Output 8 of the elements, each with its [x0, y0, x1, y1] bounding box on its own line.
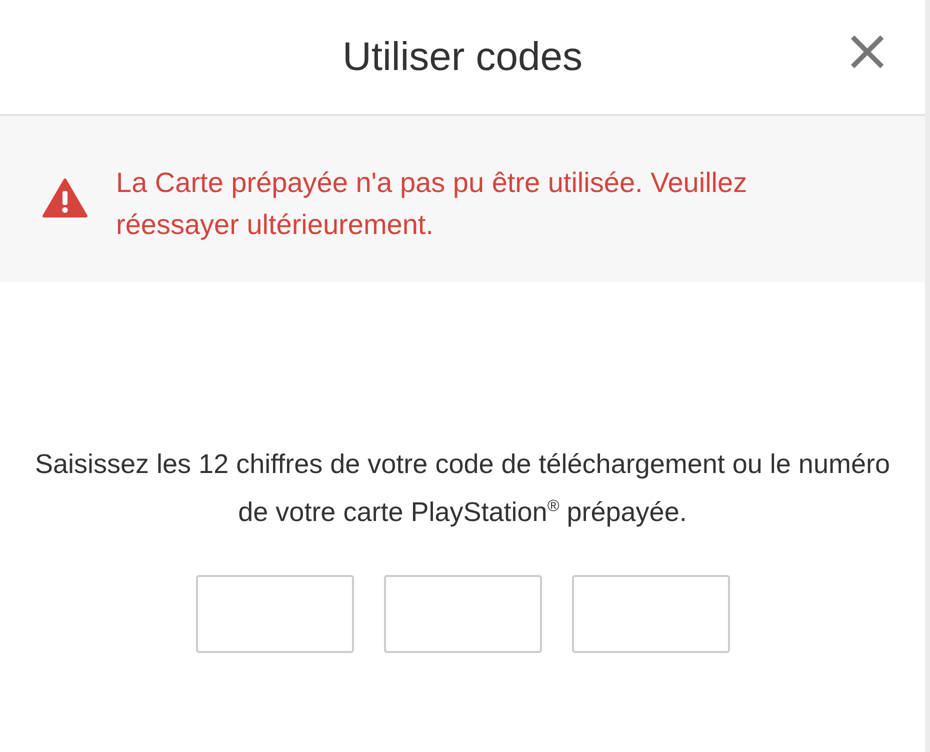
code-field[interactable]	[196, 575, 354, 653]
error-message: La Carte prépayée n'a pas pu être utilisée. Veuillez réessayer ultérieurement.	[116, 166, 748, 242]
code-field[interactable]	[572, 575, 730, 653]
dialog-title: Utiliser codes	[342, 34, 583, 80]
warning-icon	[42, 178, 88, 218]
code-field[interactable]	[384, 575, 542, 653]
instructions-text: Saisissez les 12 chiffres de votre code de téléchargement ou le numéro de votre carte PlayStation$^{®}$ prépayée.	[34, 448, 891, 529]
close-button[interactable]: ×	[843, 30, 883, 70]
